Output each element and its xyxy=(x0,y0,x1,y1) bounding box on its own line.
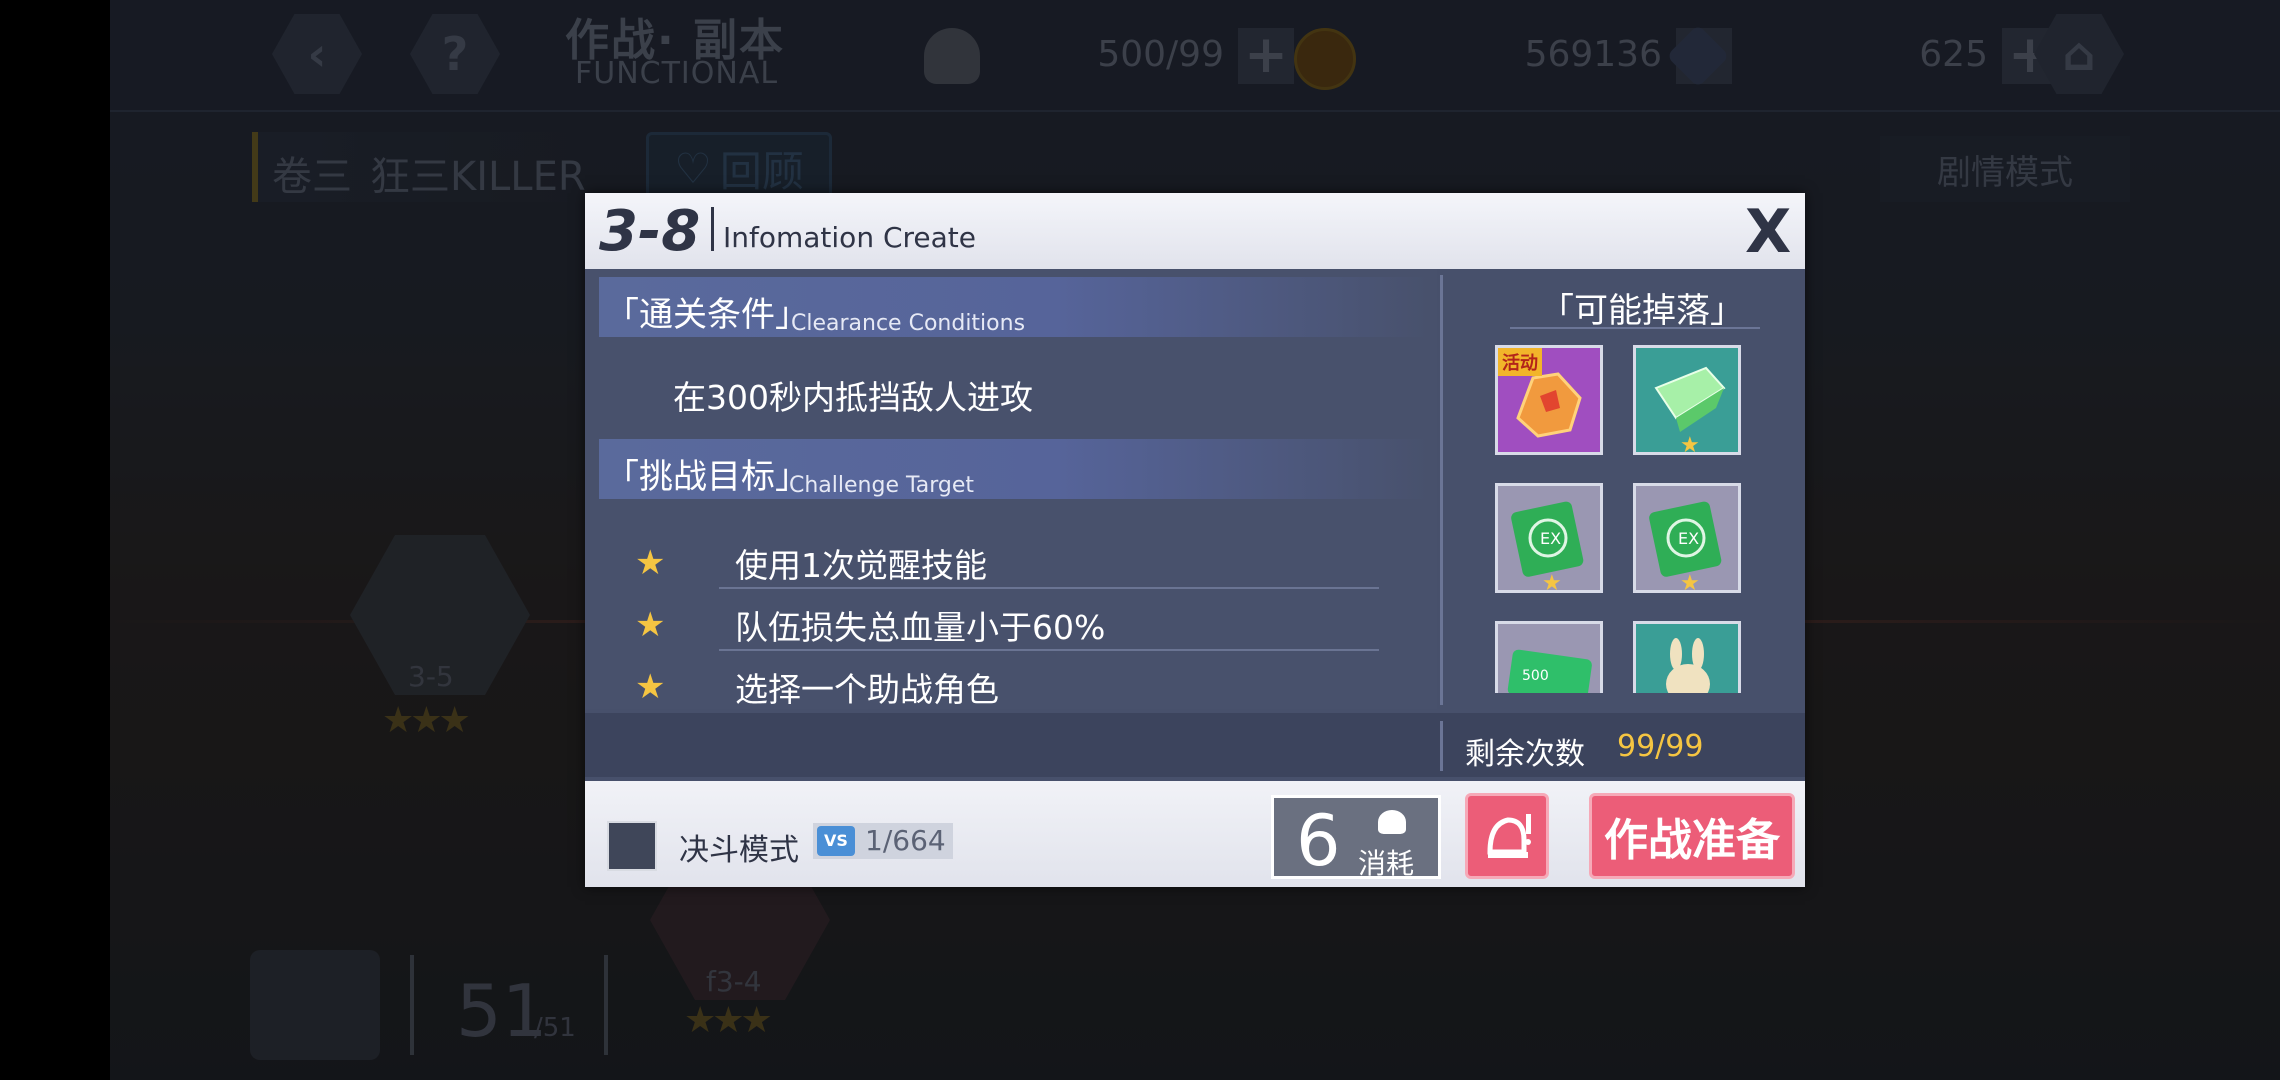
gold-coin-icon xyxy=(1294,28,1356,90)
rice-ball-icon xyxy=(924,28,980,84)
vs-ticket-count: 1/664 xyxy=(865,824,946,857)
dialog-footer: 决斗模式 VS 1/664 6 消耗 作战准备 xyxy=(585,781,1805,887)
goal-divider xyxy=(719,587,1379,589)
star-icon: ★ xyxy=(1680,571,1700,596)
stage-name: Infomation Create xyxy=(723,221,976,254)
stage-id: 3-8 xyxy=(599,199,701,264)
gold-card-icon[interactable]: 500 xyxy=(1495,621,1603,693)
stage-node-stars: ★★★ xyxy=(684,1000,773,1041)
goal-text: 使用1次觉醒技能 xyxy=(735,546,987,585)
stage-node-label: 3-5 xyxy=(408,660,454,693)
green-gem-icon[interactable]: ★ xyxy=(1633,345,1741,458)
gold-counter: 569136 + xyxy=(1294,22,1754,90)
bell-icon xyxy=(1487,814,1531,858)
challenge-title: 「挑战目标」 xyxy=(605,457,809,497)
challenge-goal: ★ 队伍损失总血量小于60% xyxy=(635,593,1395,655)
back-button[interactable]: ‹ xyxy=(272,14,362,94)
crystal-icon xyxy=(1666,24,1730,88)
challenge-subtitle: Challenge Target xyxy=(789,473,975,498)
top-bar: ‹ ? 作战· 副本 FUNCTIONAL 500/99 + 569136 + … xyxy=(110,0,2280,112)
story-mode-select[interactable]: 剧情模式 xyxy=(1880,136,2130,202)
heart-refresh-icon: ♡ xyxy=(674,143,712,193)
stamina-cost: 6 消耗 xyxy=(1271,795,1441,882)
stamina-value: 500/99 xyxy=(1097,34,1224,75)
star-total: 51 xyxy=(456,969,548,1053)
star-progress: 51 /51 xyxy=(410,955,608,1055)
star-icon: ★ xyxy=(635,605,666,645)
duel-mode-checkbox[interactable] xyxy=(607,821,657,871)
goal-text: 队伍损失总血量小于60% xyxy=(735,608,1106,647)
clearance-condition: 在300秒内抵挡敌人进攻 xyxy=(673,378,1033,417)
screen-bezel xyxy=(0,0,110,1080)
vs-ticket-counter: VS 1/664 xyxy=(813,823,953,859)
challenge-heading: 「挑战目标」 Challenge Target xyxy=(599,439,1429,499)
reward-chest-icon[interactable] xyxy=(250,950,380,1060)
star-max: /51 xyxy=(534,1013,576,1043)
header-divider xyxy=(711,207,714,251)
stage-node-label: f3-4 xyxy=(706,965,762,998)
cost-label: 消耗 xyxy=(1358,847,1415,880)
svg-text:EX: EX xyxy=(1540,529,1561,548)
close-button[interactable]: X xyxy=(1745,197,1791,267)
star-icon: ★ xyxy=(1680,433,1700,458)
home-button[interactable]: ⌂ xyxy=(2034,14,2124,94)
stage-node-stars: ★★★ xyxy=(382,700,471,741)
add-crystal-button[interactable]: + xyxy=(2002,28,2058,84)
gold-card-shape: 500 xyxy=(1507,649,1592,693)
chapter-volume: 卷三 xyxy=(272,154,352,200)
duel-mode-label: 决斗模式 xyxy=(679,833,799,868)
add-gold-button[interactable]: + xyxy=(1676,28,1732,84)
challenge-goal: ★ 使用1次觉醒技能 xyxy=(635,531,1395,593)
cost-value: 6 xyxy=(1296,800,1341,882)
stamina-counter: 500/99 + xyxy=(924,22,1384,84)
crystal-counter: 625 + xyxy=(1666,22,2130,88)
goal-text: 选择一个助战角色 xyxy=(735,670,999,709)
star-icon: ★ xyxy=(635,667,666,707)
goal-divider xyxy=(719,649,1379,651)
home-icon: ⌂ xyxy=(2062,27,2096,81)
exp-book-icon[interactable]: EX ★ xyxy=(1633,483,1741,596)
star-icon: ★ xyxy=(635,543,666,583)
drop-items-grid[interactable]: 活动 ★ EX ★ EX ★ 500 xyxy=(1495,345,1795,693)
star-icon: ★ xyxy=(1542,571,1562,596)
clearance-heading: 「通关条件」 Clearance Conditions xyxy=(599,277,1429,337)
page-title: 作战· 副本 xyxy=(565,15,786,66)
strip-divider xyxy=(1440,721,1443,771)
alert-bell-button[interactable] xyxy=(1465,793,1549,879)
remaining-value: 99/99 xyxy=(1617,729,1704,764)
clearance-title: 「通关条件」 xyxy=(605,295,809,335)
rice-ball-icon xyxy=(1378,810,1406,834)
page-subtitle: FUNCTIONAL xyxy=(575,56,779,91)
drops-title: 「可能掉落」 xyxy=(1540,291,1744,331)
rabbit-icon[interactable] xyxy=(1633,621,1741,693)
review-label: 回顾 xyxy=(719,146,804,196)
stage-node-3-5[interactable] xyxy=(350,535,530,695)
orange-crystal-icon[interactable]: 活动 xyxy=(1495,345,1603,455)
event-tag: 活动 xyxy=(1498,348,1542,376)
clearance-subtitle: Clearance Conditions xyxy=(791,311,1026,336)
svg-text:EX: EX xyxy=(1678,529,1699,548)
vs-ticket-icon: VS xyxy=(817,826,855,856)
rabbit-shape xyxy=(1666,638,1710,693)
drops-divider xyxy=(1510,327,1760,329)
help-icon: ? xyxy=(441,27,469,81)
chapter-bar: 卷三 狂三KILLER xyxy=(252,132,588,202)
challenge-goal: ★ 选择一个助战角色 xyxy=(635,655,1395,717)
chapter-name: 狂三KILLER xyxy=(370,154,586,200)
dialog-header: 3-8 Infomation Create X xyxy=(585,193,1805,269)
svg-text:500: 500 xyxy=(1522,668,1549,684)
crystal-value: 625 xyxy=(1919,34,1988,75)
gold-value: 569136 xyxy=(1524,34,1662,75)
help-button[interactable]: ? xyxy=(410,14,500,94)
back-icon: ‹ xyxy=(307,27,327,81)
exp-book-icon[interactable]: EX ★ xyxy=(1495,483,1603,596)
stage-info-dialog: 3-8 Infomation Create X 「通关条件」 Clearance… xyxy=(585,193,1805,887)
add-stamina-button[interactable]: + xyxy=(1238,28,1294,84)
remaining-label: 剩余次数 xyxy=(1465,737,1585,772)
panel-divider xyxy=(1440,275,1443,705)
battle-prepare-button[interactable]: 作战准备 xyxy=(1589,793,1795,879)
